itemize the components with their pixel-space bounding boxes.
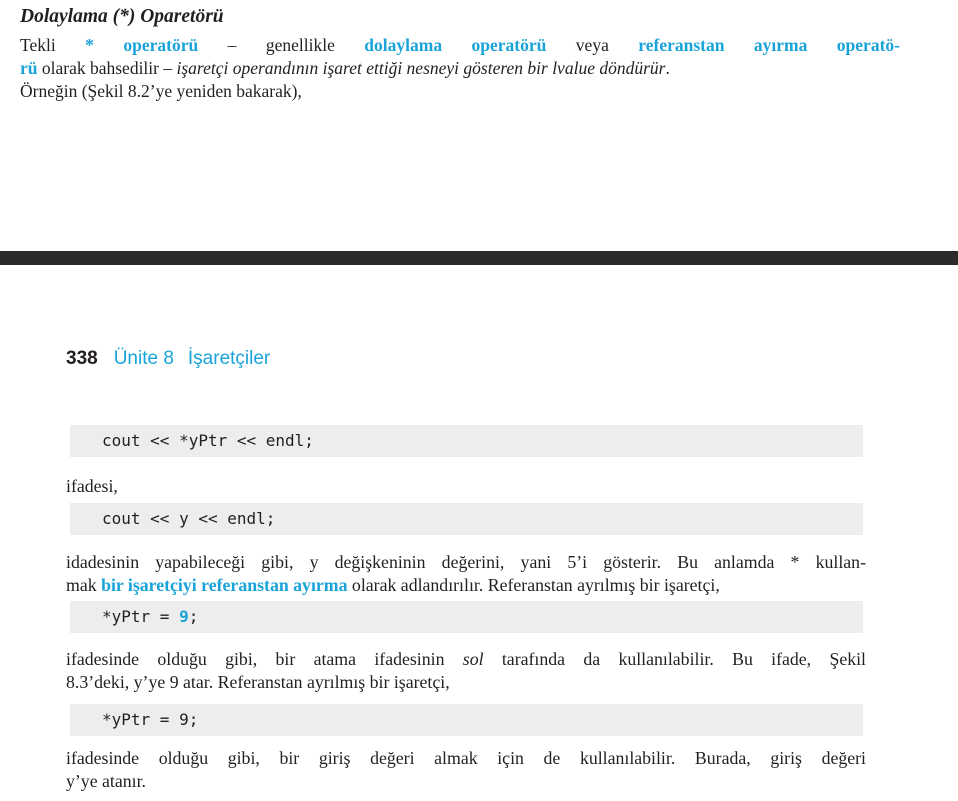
section-heading: Dolaylama (*) Oparetörü — [20, 6, 224, 27]
lvalue-definition: işaretçi operandının işaret ettiği nesne… — [176, 58, 666, 78]
term-star-operator: * operatörü — [85, 35, 199, 55]
chapter-title: İşaretçiler — [187, 348, 271, 369]
paragraph-line: ifadesinde olduğu gibi, bir atama ifades… — [66, 649, 866, 669]
paragraph-line: 8.3’deki, y’ye 9 atar. Referanstan ayrıl… — [66, 672, 450, 692]
paragraph-line: y’ye atanır. — [66, 771, 146, 791]
running-head: 338 Ünite 8 İşaretçiler — [66, 348, 270, 370]
term-dereference-operator: referanstan ayırma operatö- — [638, 35, 900, 55]
paragraph-assignment: ifadesinde olduğu gibi, bir atama ifades… — [66, 648, 866, 694]
intro-paragraph: Tekli * operatörü – genellikle dolaylama… — [20, 34, 900, 103]
code-line: *yPtr = 9; — [102, 607, 199, 626]
paragraph-line: mak bir işaretçiyi referanstan ayırma ol… — [66, 575, 720, 595]
unit-label: Ünite 8 — [113, 348, 174, 369]
text-ifadesi: ifadesi, — [66, 476, 118, 496]
code-line: *yPtr = 9; — [102, 710, 199, 729]
code-block-3: *yPtr = 9; — [70, 601, 863, 633]
code-block-4: *yPtr = 9; — [70, 704, 863, 736]
intro-line-2: rü olarak bahsedilir – işaretçi operandı… — [20, 58, 670, 78]
paragraph-dereference: idadesinin yapabileceği gibi, y değişken… — [66, 551, 866, 597]
code-block-2: cout << y << endl; — [70, 503, 863, 535]
term-indirection-operator: dolaylama operatörü — [364, 35, 547, 55]
code-line: cout << *yPtr << endl; — [102, 431, 314, 450]
code-block-1: cout << *yPtr << endl; — [70, 425, 863, 457]
term-left-side: sol — [462, 649, 484, 669]
code-line: cout << y << endl; — [102, 509, 276, 528]
paragraph-input: ifadesinde olduğu gibi, bir giriş değeri… — [66, 747, 866, 793]
term-dereferencing: bir işaretçiyi referanstan ayırma — [101, 575, 348, 595]
paragraph-line: ifadesinde olduğu gibi, bir giriş değeri… — [66, 748, 866, 768]
page-number: 338 — [66, 348, 98, 369]
intro-line-3: Örneğin (Şekil 8.2’ye yeniden bakarak), — [20, 81, 302, 101]
page-divider — [0, 251, 958, 265]
intro-line-1: Tekli * operatörü – genellikle dolaylama… — [20, 35, 900, 55]
paragraph-line: idadesinin yapabileceği gibi, y değişken… — [66, 552, 866, 572]
highlighted-literal: 9 — [179, 607, 189, 626]
